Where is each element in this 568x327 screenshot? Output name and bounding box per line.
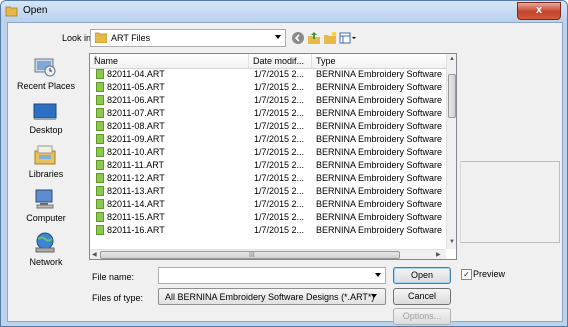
place-label: Computer: [26, 213, 66, 223]
options-button[interactable]: Options...: [393, 308, 451, 325]
art-file-icon: [96, 121, 104, 131]
close-icon: x: [535, 4, 543, 16]
back-icon[interactable]: [291, 31, 305, 45]
open-icon: [5, 6, 18, 17]
preview-checkbox[interactable]: ✓: [461, 269, 472, 280]
place-label: Libraries: [28, 169, 64, 179]
art-file-icon: [96, 173, 104, 183]
scroll-down-icon[interactable]: ▼: [449, 239, 455, 245]
art-file-icon: [96, 108, 104, 118]
table-row[interactable]: 82011-08.ART 1/7/2015 2... BERNINA Embroid…: [90, 121, 446, 132]
scroll-left-icon[interactable]: ◀: [92, 251, 97, 258]
place-label: Desktop: [29, 125, 63, 135]
vertical-scrollbar[interactable]: ▲ ▼: [446, 54, 456, 249]
horizontal-scrollbar[interactable]: ◀ III ▶: [90, 249, 446, 259]
file-name-label: File name:: [92, 272, 135, 282]
art-file-icon: [96, 212, 104, 222]
column-header-date[interactable]: Date modif...: [249, 54, 312, 69]
title-bar[interactable]: Open x: [1, 1, 567, 21]
view-menu-icon[interactable]: [339, 31, 357, 45]
look-in-label: Look in:: [62, 33, 94, 43]
recent-places-icon: [34, 58, 56, 77]
table-row[interactable]: 82011-05.ART 1/7/2015 2... BERNINA Embroid…: [90, 82, 446, 93]
table-row[interactable]: 82011-10.ART 1/7/2015 2... BERNINA Embroid…: [90, 147, 446, 158]
art-file-icon: [96, 82, 104, 92]
art-file-icon: [96, 160, 104, 170]
column-header-type[interactable]: Type: [312, 54, 447, 69]
file-type-label: Files of type:: [92, 293, 144, 303]
dialog-client: Look in: ART Files Recent Places Desktop…: [7, 22, 563, 325]
file-name-input[interactable]: [158, 267, 386, 284]
table-row[interactable]: 82011-07.ART 1/7/2015 2... BERNINA Embroid…: [90, 108, 446, 119]
vertical-scroll-thumb[interactable]: [448, 74, 456, 118]
place-label: Recent Places: [16, 81, 76, 91]
art-file-icon: [96, 186, 104, 196]
close-button[interactable]: x: [517, 2, 561, 20]
scroll-grip: III: [249, 252, 255, 259]
preview-label: Preview: [473, 269, 506, 279]
art-file-icon: [96, 134, 104, 144]
art-file-icon: [96, 95, 104, 105]
look-in-dropdown[interactable]: ART Files: [90, 29, 286, 47]
scroll-right-icon[interactable]: ▶: [436, 251, 441, 258]
folder-icon: [95, 32, 107, 43]
places-bar: Recent Places Desktop Libraries Computer…: [10, 51, 82, 277]
new-folder-icon[interactable]: [323, 31, 337, 45]
table-row[interactable]: 82011-15.ART 1/7/2015 2... BERNINA Embroid…: [90, 212, 446, 223]
chevron-down-icon[interactable]: [275, 35, 281, 39]
table-row[interactable]: 82011-11.ART 1/7/2015 2... BERNINA Embroid…: [90, 160, 446, 171]
table-row[interactable]: 82011-14.ART 1/7/2015 2... BERNINA Embroid…: [90, 199, 446, 210]
table-row[interactable]: 82011-13.ART 1/7/2015 2... BERNINA Embroid…: [90, 186, 446, 197]
file-type-value: All BERNINA Embroidery Software Designs …: [165, 292, 375, 302]
network-icon: [35, 232, 55, 253]
table-row[interactable]: 82011-16.ART 1/7/2015 2... BERNINA Embroid…: [90, 225, 446, 236]
table-row[interactable]: 82011-04.ART 1/7/2015 2... BERNINA Embroid…: [90, 69, 446, 80]
table-row[interactable]: 82011-06.ART 1/7/2015 2... BERNINA Embroid…: [90, 95, 446, 106]
file-type-dropdown[interactable]: All BERNINA Embroidery Software Designs …: [158, 288, 386, 305]
chevron-down-icon[interactable]: [371, 294, 377, 298]
art-file-icon: [96, 199, 104, 209]
art-file-icon: [96, 225, 104, 235]
window-title: Open: [23, 5, 48, 16]
desktop-icon: [33, 103, 57, 120]
table-row[interactable]: 82011-12.ART 1/7/2015 2... BERNINA Embroid…: [90, 173, 446, 184]
table-row[interactable]: 82011-09.ART 1/7/2015 2... BERNINA Embroid…: [90, 134, 446, 145]
scroll-up-icon[interactable]: ▲: [449, 56, 455, 62]
up-folder-icon[interactable]: [307, 31, 321, 45]
column-header-name[interactable]: Name ^: [90, 54, 249, 69]
sort-ascending-icon: ^: [94, 56, 98, 63]
place-label: Network: [29, 257, 63, 267]
horizontal-scroll-thumb[interactable]: III: [100, 251, 400, 259]
file-list[interactable]: Name ^ Date modif... Type 82011-04.ART 1/…: [89, 53, 457, 260]
cancel-button[interactable]: Cancel: [393, 288, 451, 305]
checkmark-icon: ✓: [463, 270, 470, 279]
look-in-value: ART Files: [111, 33, 151, 43]
open-button[interactable]: Open: [393, 267, 451, 284]
computer-icon: [35, 189, 54, 209]
libraries-icon: [34, 145, 56, 165]
art-file-icon: [96, 147, 104, 157]
open-dialog: Open x Look in: ART Files Recent Places …: [0, 0, 568, 327]
chevron-down-icon[interactable]: [375, 273, 381, 277]
art-file-icon: [96, 69, 104, 79]
preview-pane: [460, 161, 560, 243]
